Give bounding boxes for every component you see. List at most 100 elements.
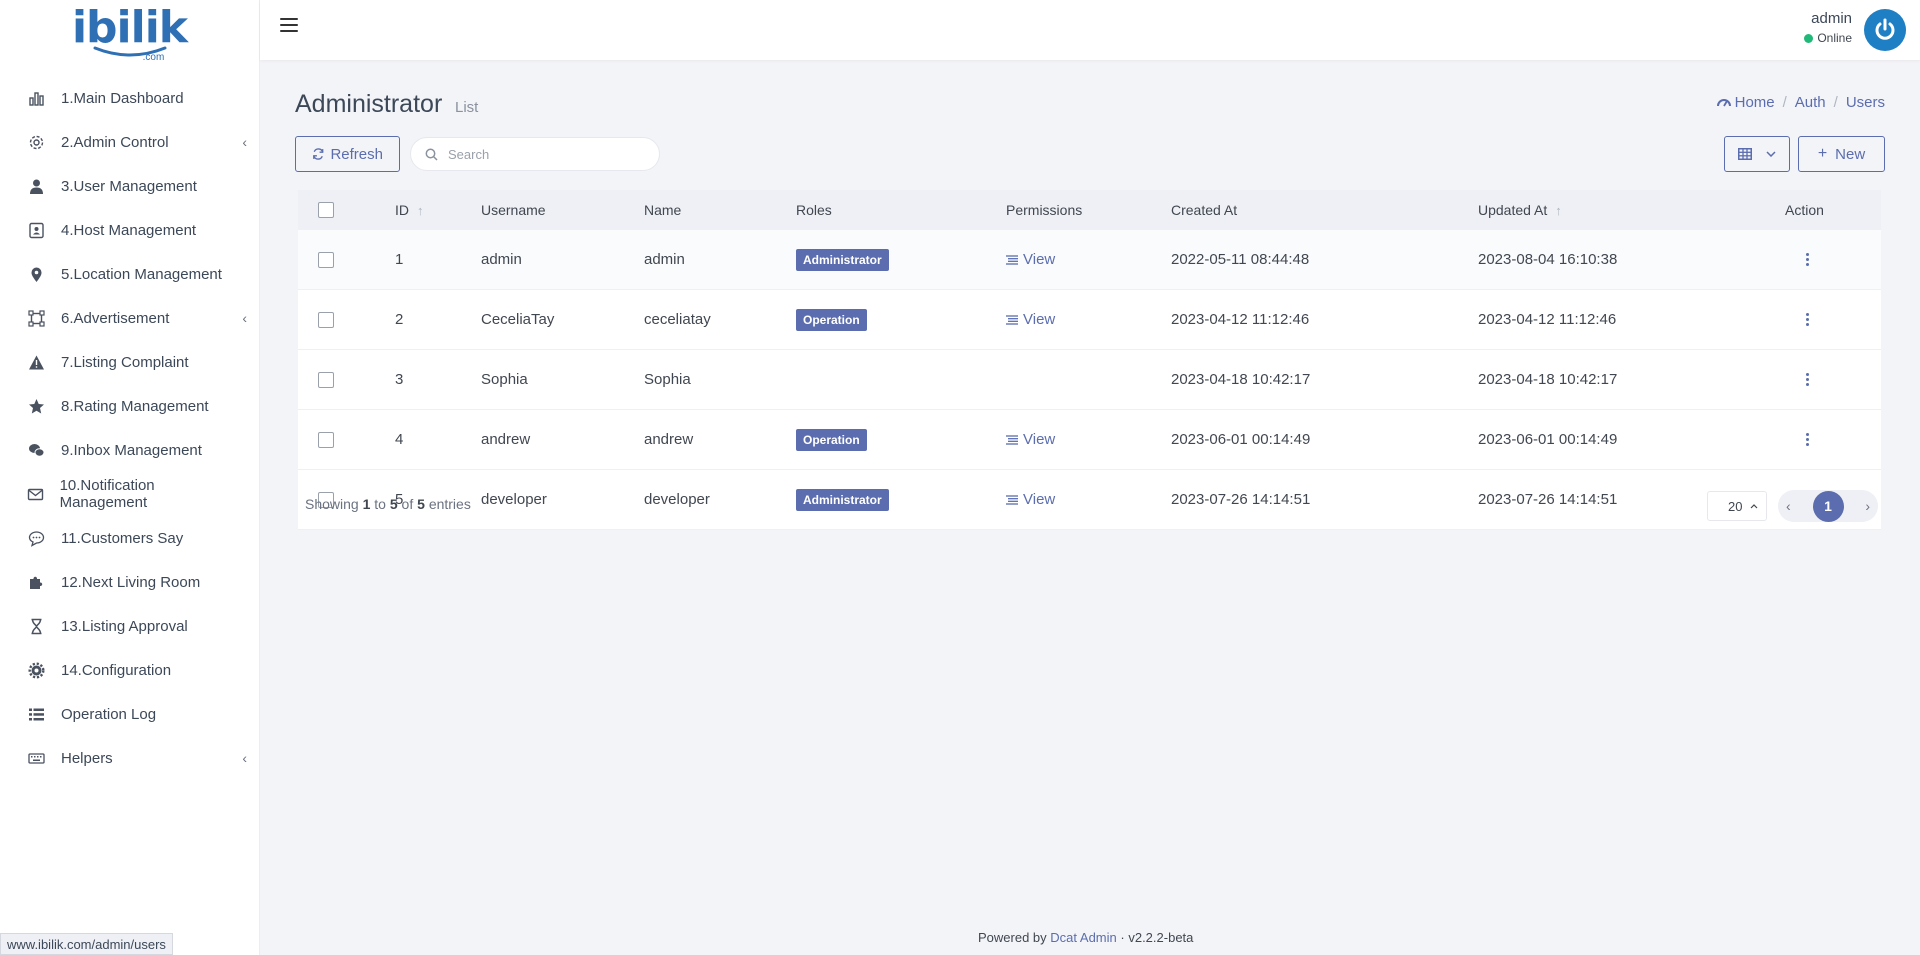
prev-page-button[interactable]: ‹ bbox=[1786, 498, 1791, 514]
hourglass-icon bbox=[26, 616, 46, 636]
cell-name: ceceliatay bbox=[644, 311, 711, 328]
view-permissions-link[interactable]: View bbox=[1006, 431, 1055, 448]
breadcrumb-home[interactable]: Home bbox=[1735, 94, 1775, 111]
list-lines-icon bbox=[1006, 314, 1018, 325]
breadcrumb-users: Users bbox=[1845, 94, 1885, 111]
sidebar-item-helpers[interactable]: Helpers ‹ bbox=[0, 736, 259, 780]
sidebar-item-host-management[interactable]: 4.Host Management bbox=[0, 208, 259, 252]
sidebar-item-user-management[interactable]: 3.User Management bbox=[0, 164, 259, 208]
cell-username: Sophia bbox=[481, 371, 528, 388]
search-icon bbox=[425, 148, 438, 161]
cell-created-at: 2023-04-12 11:12:46 bbox=[1171, 311, 1310, 328]
new-button[interactable]: + New bbox=[1798, 136, 1885, 172]
breadcrumb-auth[interactable]: Auth bbox=[1795, 94, 1826, 111]
next-page-button[interactable]: › bbox=[1865, 498, 1870, 514]
gear-icon bbox=[26, 132, 46, 152]
list-lines-icon bbox=[1006, 254, 1018, 265]
column-header-username: Username bbox=[481, 202, 546, 218]
cell-created-at: 2023-04-18 10:42:17 bbox=[1171, 371, 1311, 388]
new-label: New bbox=[1835, 145, 1866, 163]
user-menu[interactable]: admin Online bbox=[1804, 10, 1852, 45]
star-icon bbox=[26, 396, 46, 416]
sidebar-item-main-dashboard[interactable]: 1.Main Dashboard bbox=[0, 76, 259, 120]
view-permissions-link[interactable]: View bbox=[1006, 311, 1055, 328]
sort-arrow-icon[interactable]: ↑ bbox=[417, 203, 424, 218]
sidebar-item-admin-control[interactable]: 2.Admin Control ‹ bbox=[0, 120, 259, 164]
page-button-current[interactable]: 1 bbox=[1812, 490, 1844, 522]
sidebar-item-inbox-management[interactable]: 9.Inbox Management bbox=[0, 428, 259, 472]
column-selector-button[interactable] bbox=[1724, 136, 1790, 172]
cell-roles: Operation bbox=[796, 308, 1006, 331]
row-checkbox[interactable] bbox=[318, 371, 334, 388]
cell-id: 2 bbox=[395, 311, 404, 328]
avatar[interactable] bbox=[1864, 9, 1906, 51]
cell-action bbox=[1785, 372, 1875, 387]
more-vertical-icon[interactable] bbox=[1797, 372, 1817, 387]
dashboard-icon bbox=[1716, 98, 1731, 106]
bar-chart-icon bbox=[26, 88, 46, 108]
logo-text: ibilik bbox=[71, 1, 188, 53]
sidebar-item-notification-management[interactable]: 10.Notification Management bbox=[0, 472, 259, 516]
menu-toggle-icon[interactable] bbox=[280, 18, 298, 34]
sort-arrow-icon[interactable]: ↑ bbox=[1555, 203, 1562, 218]
cell-name: andrew bbox=[644, 431, 694, 448]
more-vertical-icon[interactable] bbox=[1797, 432, 1817, 447]
sidebar-item-next-living-room[interactable]: 12.Next Living Room bbox=[0, 560, 259, 604]
sidebar-item-label: 10.Notification Management bbox=[59, 477, 155, 511]
sidebar-item-label: 14.Configuration bbox=[61, 661, 172, 679]
dcat-admin-link[interactable]: Dcat Admin bbox=[1050, 930, 1116, 945]
chevron-left-icon: ‹ bbox=[242, 134, 247, 150]
search-box[interactable] bbox=[410, 137, 660, 171]
chat-bubbles-icon bbox=[26, 440, 46, 460]
sidebar-item-listing-complaint[interactable]: 7.Listing Complaint bbox=[0, 340, 259, 384]
sidebar-item-label: 1.Main Dashboard bbox=[61, 89, 184, 107]
more-vertical-icon[interactable] bbox=[1797, 312, 1817, 327]
search-input[interactable] bbox=[448, 146, 648, 162]
top-navbar: admin Online bbox=[260, 0, 1920, 60]
brand-logo[interactable]: ibilik .com bbox=[0, 0, 259, 70]
row-checkbox[interactable] bbox=[318, 431, 334, 448]
breadcrumb-separator: / bbox=[1782, 94, 1787, 111]
cell-action bbox=[1785, 252, 1875, 267]
puzzle-icon bbox=[26, 572, 46, 592]
warning-icon bbox=[26, 352, 46, 372]
sidebar-item-listing-approval[interactable]: 13.Listing Approval bbox=[0, 604, 259, 648]
sidebar-item-customers-say[interactable]: 11.Customers Say bbox=[0, 516, 259, 560]
sidebar-item-location-management[interactable]: 5.Location Management bbox=[0, 252, 259, 296]
table-row: 2 CeceliaTay ceceliatay Operation View 2023-0… bbox=[298, 290, 1881, 350]
per-page-select[interactable]: 20 bbox=[1707, 491, 1767, 521]
cell-permissions: View bbox=[1006, 431, 1171, 448]
row-checkbox[interactable] bbox=[318, 251, 334, 268]
comment-icon bbox=[26, 528, 46, 548]
more-vertical-icon[interactable] bbox=[1797, 252, 1817, 267]
sidebar-item-rating-management[interactable]: 8.Rating Management bbox=[0, 384, 259, 428]
sidebar-item-label: 9.Inbox Management bbox=[61, 441, 202, 459]
cell-roles: Operation bbox=[796, 428, 1006, 451]
map-pin-icon bbox=[26, 264, 46, 284]
page-header: Administrator List Home / Auth / Users bbox=[295, 60, 1885, 135]
per-page-value: 20 bbox=[1728, 498, 1743, 514]
cell-created-at: 2022-05-11 08:44:48 bbox=[1171, 251, 1310, 268]
sidebar-item-label: 5.Location Management bbox=[61, 265, 222, 283]
sidebar-item-label: 2.Admin Control bbox=[61, 133, 169, 151]
user-status-label: Online bbox=[1817, 31, 1852, 45]
cell-roles: Administrator bbox=[796, 248, 1006, 271]
column-header-id[interactable]: ID ↑ bbox=[395, 202, 481, 218]
cell-username: admin bbox=[481, 251, 522, 268]
column-header-permissions: Permissions bbox=[1006, 202, 1083, 218]
column-header-name: Name bbox=[644, 202, 682, 218]
user-icon bbox=[26, 176, 46, 196]
sidebar-item-configuration[interactable]: 14.Configuration bbox=[0, 648, 259, 692]
sidebar-item-advertisement[interactable]: 6.Advertisement ‹ bbox=[0, 296, 259, 340]
select-all-checkbox[interactable] bbox=[318, 202, 334, 218]
column-header-updated-at[interactable]: Updated At ↑ bbox=[1478, 202, 1785, 218]
breadcrumb-separator: / bbox=[1833, 94, 1838, 111]
cell-action bbox=[1785, 312, 1875, 327]
refresh-button[interactable]: Refresh bbox=[295, 136, 400, 172]
contact-card-icon bbox=[26, 220, 46, 240]
sidebar-item-label: 6.Advertisement bbox=[61, 309, 170, 327]
envelope-icon bbox=[26, 484, 45, 504]
view-permissions-link[interactable]: View bbox=[1006, 251, 1055, 268]
row-checkbox[interactable] bbox=[318, 311, 334, 328]
sidebar-item-operation-log[interactable]: Operation Log bbox=[0, 692, 259, 736]
